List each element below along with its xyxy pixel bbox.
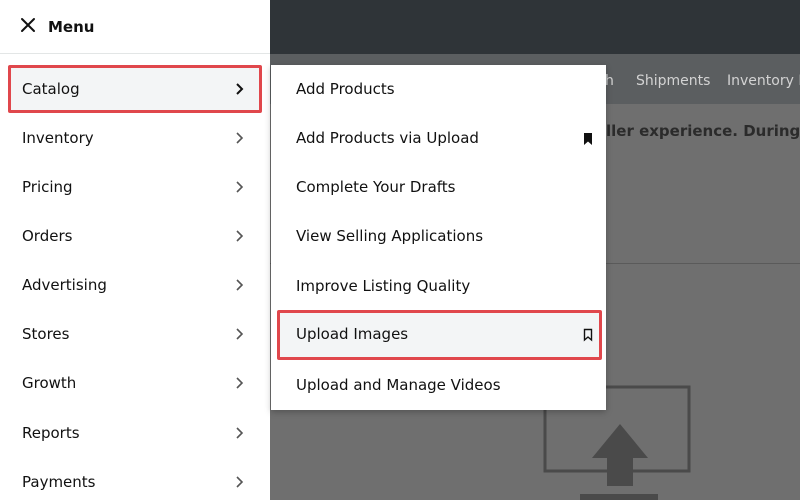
menu-title: Menu [48,18,95,36]
submenu-item-improve-listing-quality[interactable]: Improve Listing Quality [271,262,606,311]
submenu-item-label: Complete Your Drafts [296,178,456,196]
chevron-right-icon [234,474,246,490]
sidebar-item-reports[interactable]: Reports [0,409,270,458]
chevron-right-icon [234,179,246,195]
nav-item-inventory-reports: Inventory R [727,73,800,89]
sidebar-item-label: Orders [22,227,73,245]
sidebar-item-label: Catalog [22,80,80,98]
sidebar-item-label: Payments [22,473,96,491]
page-banner-text: ller experience. During the [606,122,800,140]
sidebar-item-orders[interactable]: Orders [0,212,270,261]
submenu-item-label: View Selling Applications [296,227,484,245]
sidebar-item-pricing[interactable]: Pricing [0,163,270,212]
side-menu-header: Menu [0,0,270,54]
catalog-submenu: Add Products Add Products via Upload Com… [271,65,606,410]
nav-item-shipments: Shipments [636,73,711,89]
submenu-item-add-products-via-upload[interactable]: Add Products via Upload [271,114,606,163]
submenu-item-label: Add Products via Upload [296,129,479,147]
submenu-item-upload-images[interactable]: Upload Images [271,310,606,360]
chevron-right-icon [234,425,246,441]
nav-item-partial: h [605,73,614,89]
submenu-item-label: Add Products [296,80,395,98]
submenu-item-complete-drafts[interactable]: Complete Your Drafts [271,163,606,212]
sidebar-item-growth[interactable]: Growth [0,359,270,408]
sidebar-item-stores[interactable]: Stores [0,310,270,359]
submenu-item-upload-manage-videos[interactable]: Upload and Manage Videos [271,361,606,410]
sidebar-item-catalog[interactable]: Catalog [0,65,270,114]
chevron-right-icon [234,375,246,391]
submenu-item-add-products[interactable]: Add Products [271,65,606,114]
submenu-item-label: Upload Images [296,325,409,343]
side-menu: Menu Catalog Inventory Pricing Orders Ad… [0,0,270,500]
submenu-item-label: Upload and Manage Videos [296,376,501,394]
submenu-item-label: Improve Listing Quality [296,277,471,295]
sidebar-item-label: Advertising [22,276,107,294]
sidebar-item-inventory[interactable]: Inventory [0,114,270,163]
chevron-right-icon [234,228,246,244]
sidebar-item-label: Reports [22,424,80,442]
sidebar-item-label: Pricing [22,178,73,196]
sidebar-item-label: Growth [22,374,77,392]
sidebar-item-label: Stores [22,325,70,343]
sidebar-item-label: Inventory [22,129,94,147]
close-icon[interactable] [19,16,37,34]
bookmark-outline-icon[interactable] [583,327,593,342]
chevron-right-icon [234,130,246,146]
sidebar-item-payments[interactable]: Payments [0,458,270,500]
chevron-right-icon [234,326,246,342]
bookmark-filled-icon[interactable] [583,131,593,145]
sidebar-item-advertising[interactable]: Advertising [0,261,270,310]
chevron-right-icon [234,81,246,97]
submenu-item-view-selling-applications[interactable]: View Selling Applications [271,212,606,261]
chevron-right-icon [234,277,246,293]
